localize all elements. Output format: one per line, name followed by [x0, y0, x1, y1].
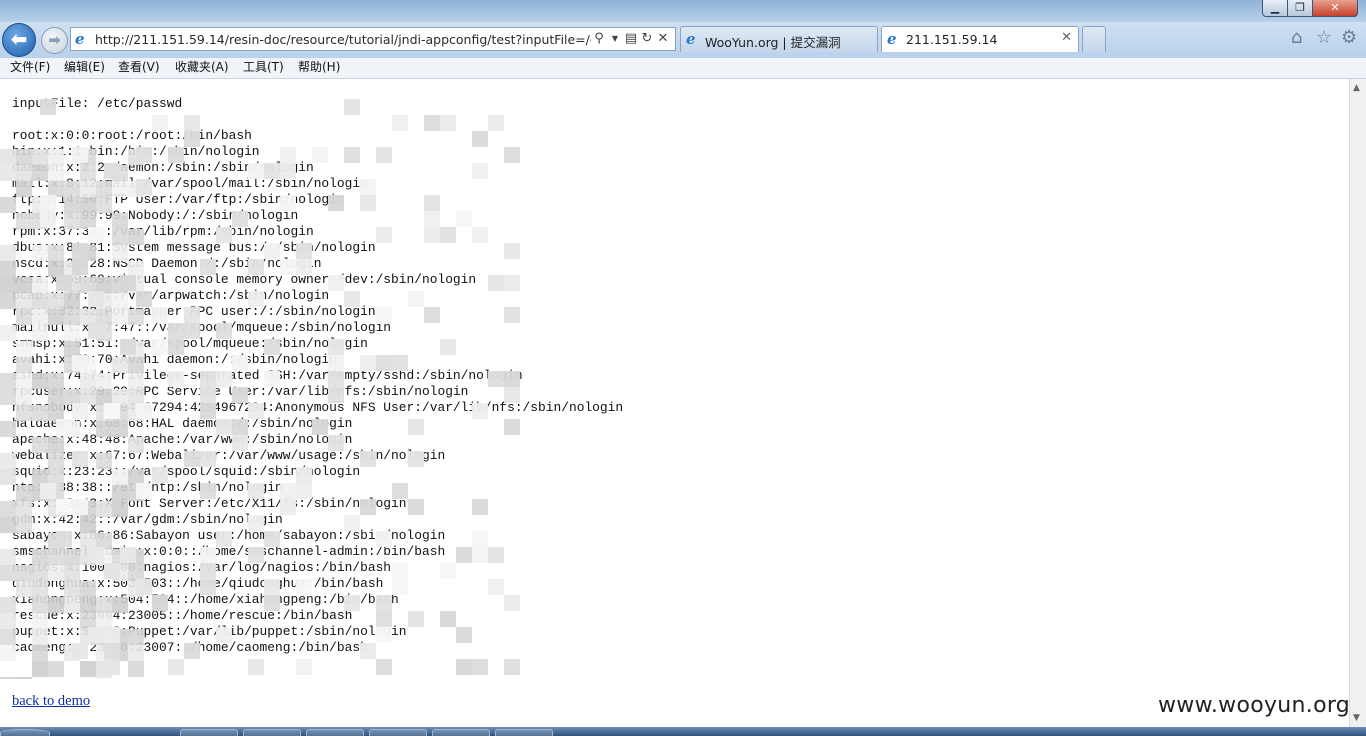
arrow-right-icon: ➡ — [48, 31, 61, 49]
passwd-line: rpm:x:37:37::/var/lib/rpm:/sbin/nologin — [12, 224, 314, 239]
passwd-line: gdm:x:42:42::/var/gdm:/sbin/nologin — [12, 512, 283, 527]
passwd-line: rpcuser:x:29:29:RPC Service User:/var/li… — [12, 384, 469, 399]
passwd-line: rescue:x:23004:23005::/home/rescue:/bin/… — [12, 608, 353, 623]
gear-icon[interactable]: ⚙ — [1341, 28, 1357, 48]
passwd-line: puppet:x:52:52:Puppet:/var/lib/puppet:/s… — [12, 624, 407, 639]
scroll-up-arrow-icon[interactable]: ▲ — [1353, 83, 1360, 93]
passwd-line: caomeng:x:23006:23007::/home/caomeng:/bi… — [12, 640, 368, 655]
home-icon[interactable]: ⌂ — [1291, 28, 1302, 48]
search-icon[interactable]: ⚲ — [591, 30, 607, 48]
passwd-line: root:x:0:0:root:/root:/bin/bash — [12, 128, 252, 143]
passwd-line: ftp:x:14:50:FTP User:/var/ftp:/sbin/nolo… — [12, 192, 345, 207]
passwd-line: nagios:x:100:500:nagios:/var/log/nagios:… — [12, 560, 392, 575]
menu-help[interactable]: 帮助(H) — [298, 59, 340, 76]
navigation-bar: ⬅ ➡ e http://211.151.59.14/resin-doc/res… — [0, 22, 1366, 58]
stop-icon[interactable]: ✕ — [655, 30, 671, 48]
back-button[interactable]: ⬅ — [2, 23, 36, 57]
passwd-line: haldaemon:x:68:68:HAL daemon:/:/sbin/nol… — [12, 416, 353, 431]
passwd-line: xiahongpeng:x:504:504::/home/xiahongpeng… — [12, 592, 399, 607]
passwd-line: nobody:x:99:99:Nobody:/:/sbin/nologin — [12, 208, 299, 223]
close-button[interactable]: ✕ — [1312, 0, 1358, 17]
window-titlebar: ▁ ❐ ✕ — [0, 0, 1366, 22]
ie-page-icon: e — [686, 30, 696, 48]
passwd-line: rpc:x:32:32:Portmapper RPC user:/:/sbin/… — [12, 304, 376, 319]
passwd-line: daemon:x:2:2:daemon:/sbin:/sbin/nologin — [12, 160, 314, 175]
menu-file[interactable]: 文件(F) — [10, 59, 50, 76]
passwd-line: dbus:x:81:81:System message bus:/:/sbin/… — [12, 240, 376, 255]
taskbar-app-button[interactable] — [369, 729, 427, 736]
passwd-line: mailnull:x:47:47::/var/spool/mqueue:/sbi… — [12, 320, 392, 335]
ie-page-icon: e — [75, 30, 85, 48]
passwd-line: bin:x:1:1:bin:/bin:/sbin/nologin — [12, 144, 260, 159]
new-tab-button[interactable] — [1082, 26, 1106, 52]
back-to-demo-link[interactable]: back to demo — [12, 693, 90, 710]
taskbar-app-button[interactable] — [243, 729, 301, 736]
tab-wooyun[interactable]: e WooYun.org | 提交漏洞 — [680, 26, 878, 52]
passwd-line: pcap:x:77:77::/var/arpwatch:/sbin/nologi… — [12, 288, 330, 303]
page-content: inputFile: /etc/passwd root:x:0:0:root:/… — [0, 79, 1349, 727]
input-file-line: inputFile: /etc/passwd — [12, 96, 183, 111]
vertical-scrollbar[interactable]: ▲ ▼ — [1349, 79, 1366, 727]
passwd-lines: root:x:0:0:root:/root:/bin/bash bin:x:1:1… — [12, 128, 623, 656]
passwd-output: inputFile: /etc/passwd root:x:0:0:root:/… — [12, 96, 623, 656]
passwd-line: vcsa:x:69:69:virtual console memory owne… — [12, 272, 477, 287]
passwd-line: smmsp:x:51:51::/var/spool/mqueue:/sbin/n… — [12, 336, 368, 351]
passwd-line: nfsnobody:x:4294967294:4294967294:Anonym… — [12, 400, 624, 415]
passwd-line: mail:x:8:12:mail:/var/spool/mail:/sbin/n… — [12, 176, 368, 191]
passwd-line: nscd:x:28:28:NSCD Daemon:/:/sbin/nologin — [12, 256, 322, 271]
windows-taskbar — [0, 727, 1366, 736]
tab-close-icon[interactable]: ✕ — [1061, 30, 1072, 45]
maximize-button[interactable]: ❐ — [1287, 0, 1313, 17]
taskbar-app-button[interactable] — [432, 729, 490, 736]
tab-label: WooYun.org | 提交漏洞 — [705, 35, 841, 50]
menu-bar: 文件(F) 编辑(E) 查看(V) 收藏夹(A) 工具(T) 帮助(H) — [0, 58, 1366, 79]
passwd-line: qiudonghua:x:503:503::/home/qiudonghua:/… — [12, 576, 384, 591]
passwd-line: xfs:x:43:43:X Font Server:/etc/X11/fs:/s… — [12, 496, 407, 511]
taskbar-app-button[interactable] — [495, 729, 553, 736]
passwd-line: ntp:x:38:38::/etc/ntp:/sbin/nologin — [12, 480, 283, 495]
wooyun-watermark: www.wooyun.org — [1158, 693, 1349, 718]
passwd-line: sabayon:x:86:86:Sabayon user:/home/sabay… — [12, 528, 446, 543]
passwd-line: apache:x:48:48:Apache:/var/www:/sbin/nol… — [12, 432, 353, 447]
url-input[interactable]: http://211.151.59.14/resin-doc/resource/… — [95, 32, 591, 47]
taskbar-app-button[interactable] — [180, 729, 238, 736]
favorites-star-icon[interactable]: ☆ — [1316, 28, 1332, 48]
tab-label: 211.151.59.14 — [906, 32, 998, 47]
menu-edit[interactable]: 编辑(E) — [64, 59, 105, 76]
scroll-down-arrow-icon[interactable]: ▼ — [1353, 713, 1360, 723]
passwd-line: sshd:x:74:74:Privilege-separated SSH:/va… — [12, 368, 523, 383]
refresh-icon[interactable]: ↻ — [639, 30, 655, 48]
compat-icon[interactable]: ▤ — [623, 30, 639, 48]
menu-favorites[interactable]: 收藏夹(A) — [175, 59, 229, 76]
start-button[interactable] — [0, 729, 50, 736]
arrow-left-icon: ⬅ — [10, 27, 28, 51]
tab-active-ip[interactable]: e 211.151.59.14 ✕ — [881, 26, 1079, 52]
passwd-line: avahi:x:70:70:Avahi daemon:/:/sbin/nolog… — [12, 352, 337, 367]
passwd-line: squid:x:23:23::/var/spool/squid:/sbin/no… — [12, 464, 361, 479]
taskbar-app-button[interactable] — [306, 729, 364, 736]
menu-view[interactable]: 查看(V) — [118, 59, 160, 76]
address-bar[interactable]: e http://211.151.59.14/resin-doc/resourc… — [70, 27, 676, 51]
ie-page-icon: e — [887, 30, 897, 48]
passwd-line: smschannel-admin:x:0:0::/home/smschannel… — [12, 544, 446, 559]
dropdown-icon[interactable]: ▼ — [607, 30, 623, 48]
forward-button[interactable]: ➡ — [41, 27, 68, 54]
minimize-button[interactable]: ▁ — [1262, 0, 1288, 17]
menu-tools[interactable]: 工具(T) — [243, 59, 284, 76]
passwd-line: webalizer:x:67:67:Webalizer:/var/www/usa… — [12, 448, 446, 463]
